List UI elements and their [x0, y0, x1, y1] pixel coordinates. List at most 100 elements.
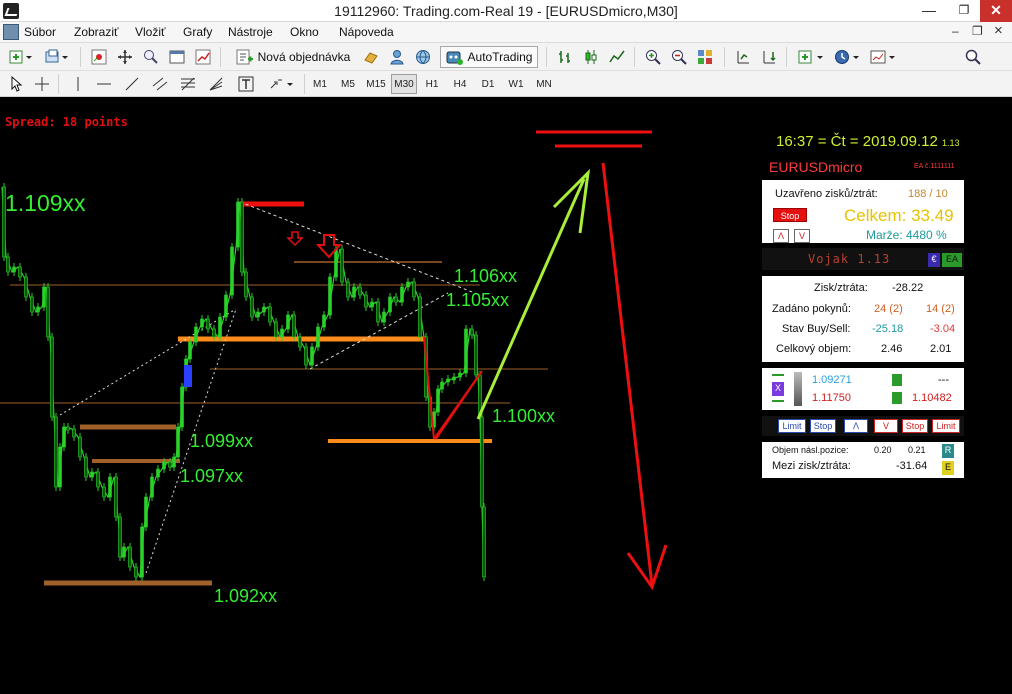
profiles-icon	[45, 49, 68, 63]
triangle-drawing[interactable]	[433, 370, 483, 440]
standard-toolbar: Nová objednávka AutoTrading	[0, 43, 1012, 71]
minimize-button[interactable]: —	[910, 0, 948, 22]
ea-button[interactable]: EA	[942, 253, 962, 267]
profiles-button[interactable]	[40, 46, 74, 68]
buy-button[interactable]: Λ	[844, 419, 868, 433]
vertical-line-button[interactable]	[68, 73, 88, 95]
equidistant-channel-button[interactable]	[150, 73, 170, 95]
data-window-button[interactable]	[140, 46, 162, 68]
navigator-button[interactable]	[114, 46, 136, 68]
signals-button[interactable]	[386, 46, 408, 68]
mdi-close-button[interactable]: ×	[994, 22, 1003, 39]
equity-button[interactable]: E	[942, 461, 954, 475]
candle-body	[482, 506, 486, 578]
bar-chart-button[interactable]	[554, 46, 576, 68]
arrows-button[interactable]	[264, 73, 298, 95]
buy-status-indicator	[892, 374, 902, 386]
candle-body	[168, 461, 172, 468]
new-order-icon	[236, 49, 253, 65]
timeframe-w1[interactable]: W1	[503, 74, 529, 94]
candle-body	[118, 516, 122, 558]
periods-button[interactable]	[830, 46, 864, 68]
chart-shift-button[interactable]	[732, 46, 754, 68]
zoom-in-button[interactable]	[642, 46, 664, 68]
candle-body	[180, 386, 184, 428]
close-button[interactable]: ✕	[980, 0, 1012, 22]
candle-body	[316, 326, 320, 348]
trendline-button[interactable]	[122, 73, 142, 95]
mdi-minimize-button[interactable]: –	[952, 24, 959, 38]
templates-button[interactable]	[866, 46, 900, 68]
version-small: 1.13	[941, 138, 960, 148]
sell-limit-button[interactable]: Limit	[932, 419, 960, 433]
timeframe-m30[interactable]: M30	[391, 74, 417, 94]
timeframe-mn[interactable]: MN	[531, 74, 557, 94]
price-slider[interactable]	[794, 372, 802, 406]
search-button[interactable]	[962, 46, 984, 68]
chart-window-icon[interactable]	[3, 24, 19, 40]
new-chart-button[interactable]	[4, 46, 38, 68]
trendline[interactable]	[239, 201, 481, 296]
fibonacci-fan-button[interactable]	[206, 73, 226, 95]
currency-button[interactable]: €	[928, 253, 940, 267]
buy-toggle-button[interactable]: Λ	[773, 229, 789, 243]
buy-limit-button[interactable]: Limit	[778, 419, 806, 433]
sell-button[interactable]: V	[874, 419, 898, 433]
menu-tools[interactable]: Nástroje	[228, 25, 273, 39]
horizontal-line-button[interactable]	[94, 73, 114, 95]
timeframe-m5[interactable]: M5	[335, 74, 361, 94]
reset-button[interactable]: R	[942, 444, 954, 458]
text-button[interactable]	[236, 73, 256, 95]
candle-body	[268, 306, 272, 323]
strategy-tester-button[interactable]	[192, 46, 214, 68]
line-chart-button[interactable]	[606, 46, 628, 68]
maximize-button[interactable]: ❐	[945, 0, 983, 22]
fan-icon	[209, 77, 223, 91]
menu-window[interactable]: Okno	[290, 25, 319, 39]
candlestick-series[interactable]	[2, 183, 486, 581]
fibonacci-button[interactable]	[178, 73, 198, 95]
community-button[interactable]	[412, 46, 434, 68]
autotrading-button[interactable]: AutoTrading	[440, 46, 538, 68]
total-profit: Celkem: 33.49	[844, 206, 954, 225]
cursor-button[interactable]	[6, 73, 26, 95]
candle-body	[122, 546, 126, 558]
sell-toggle-button[interactable]: V	[794, 229, 810, 243]
candle-body	[134, 566, 138, 578]
close-all-button[interactable]: X	[772, 382, 784, 396]
volume-marker	[184, 365, 192, 387]
projection-arrow-down[interactable]	[601, 162, 654, 586]
candle-body	[62, 426, 66, 448]
menu-file[interactable]: Súbor	[24, 25, 56, 39]
timeframe-h4[interactable]: H4	[447, 74, 473, 94]
expert-advisor-button[interactable]	[360, 46, 382, 68]
menu-insert[interactable]: Vložiť	[135, 25, 166, 39]
tile-windows-button[interactable]	[694, 46, 716, 68]
tester-icon	[195, 49, 211, 65]
menu-view[interactable]: Zobraziť	[74, 25, 119, 39]
autoscroll-button[interactable]	[758, 46, 780, 68]
ea-title: Vojak 1.13	[808, 252, 891, 266]
menu-help[interactable]: Nápoveda	[339, 25, 394, 39]
sell-stop-button[interactable]: Stop	[902, 419, 928, 433]
timeframe-h1[interactable]: H1	[419, 74, 445, 94]
template-icon	[870, 50, 895, 64]
zoom-out-button[interactable]	[668, 46, 690, 68]
server-time-text: 16:37 = Čt = 2019.09.12	[776, 133, 938, 150]
buy-stop-button[interactable]: Stop	[810, 419, 836, 433]
market-watch-button[interactable]	[88, 46, 110, 68]
symbol-name: EURUSDmicro	[769, 159, 863, 175]
terminal-button[interactable]	[166, 46, 188, 68]
stop-button[interactable]: Stop	[773, 208, 807, 222]
candle-body	[412, 281, 416, 298]
timeframe-m1[interactable]: M1	[307, 74, 333, 94]
menu-charts[interactable]: Grafy	[183, 25, 212, 39]
candle-chart-button[interactable]	[580, 46, 602, 68]
new-order-button[interactable]: Nová objednávka	[232, 46, 354, 68]
mdi-maximize-button[interactable]: ❐	[972, 24, 983, 38]
timeframe-d1[interactable]: D1	[475, 74, 501, 94]
crosshair-button[interactable]	[32, 73, 52, 95]
timeframe-m15[interactable]: M15	[363, 74, 389, 94]
indicators-button[interactable]	[794, 46, 828, 68]
level-label-1109: 1.109xx	[5, 190, 86, 216]
